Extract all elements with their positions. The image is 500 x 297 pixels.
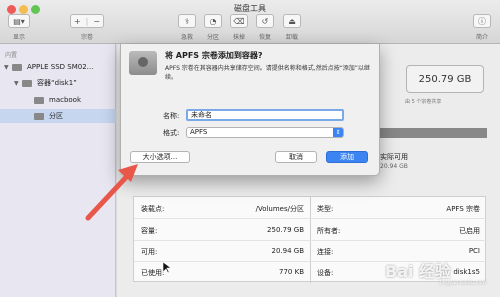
watermark-logo: Bai 经验 — [385, 262, 452, 281]
watermark-url: jingyan.baidu.com — [440, 280, 487, 286]
annotation-arrow-icon — [85, 164, 138, 221]
